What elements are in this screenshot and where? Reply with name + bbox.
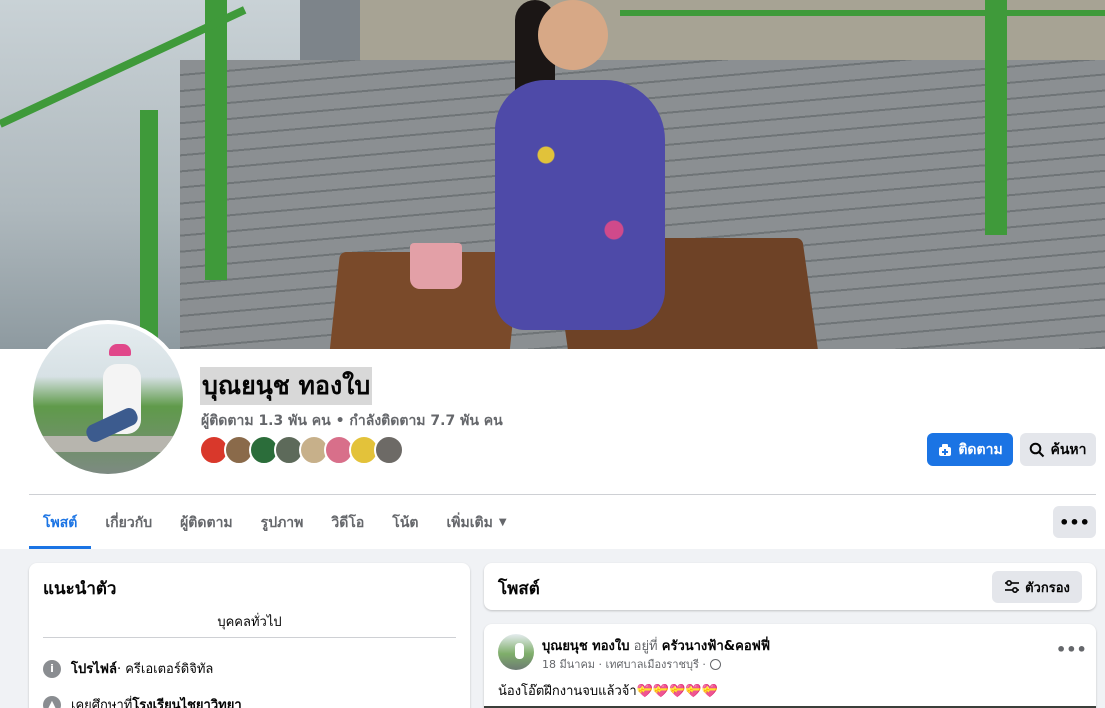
post-header: บุณยนุช ทองใบ อยู่ที่ ครัวนางฟ้า&คอฟฟี่ [542,635,770,656]
avatar-person-cap [109,344,131,356]
cover-cup [410,243,462,289]
intro-profile-value: · ครีเอเตอร์ดิจิทัล [116,662,214,677]
search-button[interactable]: ค้นหา [1020,433,1096,466]
tab-label: วิดีโอ [331,514,365,531]
profile-tabs: โพสต์ เกี่ยวกับ ผู้ติดตาม รูปภาพ วิดีโอ … [29,496,521,549]
posts-title: โพสต์ [498,579,540,599]
intro-divider [43,637,456,638]
intro-card: แนะนำตัว บุคคลทั่วไป i โปรไฟล์ · ครีเอเต… [29,563,470,708]
follow-icon [939,443,952,456]
tab-label: โน้ต [392,514,419,531]
intro-title: แนะนำตัว [43,579,117,599]
filter-button[interactable]: ตัวกรอง [992,571,1082,603]
tab-label: เกี่ยวกับ [105,514,153,531]
follower-avatar[interactable] [374,435,404,465]
cover-person [495,80,665,330]
cover-rail-post [985,0,1007,235]
avatar-bench [43,436,173,452]
intro-audience: บุคคลทั่วไป [217,615,282,630]
tab-about[interactable]: เกี่ยวกับ [91,496,166,549]
post-at-label: อยู่ที่ [629,639,662,654]
intro-education-value[interactable]: โรงเรียนไชยาวิทยา [132,694,241,708]
tab-label: ผู้ติดตาม [180,514,233,531]
search-button-label: ค้นหา [1050,441,1087,458]
filter-icon [1005,580,1020,594]
cover-rail-bar [620,10,1105,16]
post-author-name[interactable]: บุณยนุช ทองใบ [542,639,630,654]
profile-name: บุณยนุช ทองใบ [200,367,373,405]
caret-down-icon: ▼ [498,517,507,528]
info-icon: i [43,659,61,678]
graduation-cap-icon: ▲ [43,695,61,708]
tab-followers[interactable]: ผู้ติดตาม [166,496,247,549]
cover-rail-post [140,110,158,349]
profile-avatar[interactable] [29,320,187,478]
post-place[interactable]: ครัวนางฟ้า&คอฟฟี่ [662,639,770,654]
tab-posts[interactable]: โพสต์ [29,496,92,549]
tab-label: โพสต์ [43,514,78,531]
more-options-button[interactable]: ••• [1053,506,1096,538]
tab-more[interactable]: เพิ่มเติม ▼ [432,496,520,549]
intro-education-row: ▲ เคยศึกษาที่ โรงเรียนไชยาวิทยา [43,694,242,708]
intro-profile-row: i โปรไฟล์ · ครีเอเตอร์ดิจิทัล [43,658,213,679]
post-options-button[interactable]: ••• [1056,640,1087,659]
cover-rail-post [205,0,227,280]
tab-videos[interactable]: วิดีโอ [317,496,378,549]
tab-photos[interactable]: รูปภาพ [247,496,318,549]
globe-icon [709,658,721,670]
post-text: น้องโอ๊ตฝึกงานจบแล้วจ้า💝💝💝💝💝 [498,684,718,699]
intro-profile-label: โปรไฟล์ [71,662,117,677]
tab-label: เพิ่มเติม [446,514,493,531]
follow-button-label: ติดตาม [958,441,1003,458]
intro-education-prefix: เคยศึกษาที่ [71,698,133,708]
posts-header-card: โพสต์ ตัวกรอง [484,563,1096,610]
post-author-avatar[interactable] [498,634,534,670]
tab-label: รูปภาพ [260,514,304,531]
avatar-photo [33,324,183,474]
follower-stats[interactable]: ผู้ติดตาม 1.3 พัน คน • กำลังติดตาม 7.7 พ… [201,410,503,432]
follower-avatars [199,435,404,465]
follow-button[interactable]: ติดตาม [927,433,1013,466]
post-meta: 18 มีนาคม · เทศบาลเมืองราชบุรี · [542,655,721,673]
filter-button-label: ตัวกรอง [1025,580,1070,596]
cover-photo[interactable] [0,0,1105,349]
post-date-location[interactable]: 18 มีนาคม · เทศบาลเมืองราชบุรี · [542,655,706,673]
cover-person-head [538,0,608,70]
avatar-person [515,643,524,659]
tab-notes[interactable]: โน้ต [378,496,432,549]
search-icon [1030,442,1045,457]
header-divider [29,494,1096,495]
post-card: บุณยนุช ทองใบ อยู่ที่ ครัวนางฟ้า&คอฟฟี่ … [484,624,1096,708]
